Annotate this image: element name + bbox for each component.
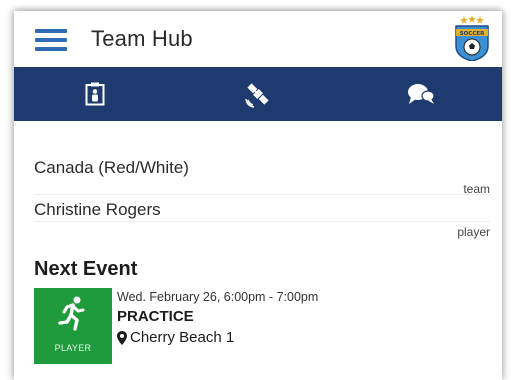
app-bar: Team Hub SOCCER [14,11,502,67]
team-field[interactable]: Canada (Red/White) [34,155,490,195]
map-pin-icon [117,330,127,345]
player-label: player [457,225,490,239]
tab-chat[interactable] [340,67,502,121]
event-location-text: Cherry Beach 1 [130,329,235,346]
player-name: Christine Rogers [34,200,161,219]
tab-roster[interactable] [14,67,176,121]
satellite-icon [245,83,269,108]
team-logo-icon[interactable]: SOCCER [453,15,491,61]
clipboard-roster-icon [85,82,105,106]
event-tile-label: PLAYER [54,343,92,353]
chat-bubbles-icon [408,84,435,104]
event-date: Wed. February 26, 6:00pm - 7:00pm [117,290,319,304]
app-title: Team Hub [91,26,193,51]
runner-icon [58,296,85,331]
event-tile[interactable]: PLAYER [34,288,112,364]
menu-icon[interactable] [35,29,67,51]
logo-text: SOCCER [460,31,485,37]
team-name: Canada (Red/White) [34,158,189,177]
event-location[interactable]: Cherry Beach 1 [117,329,234,346]
main-content: Canada (Red/White) team Christine Rogers… [14,121,502,380]
team-label: team [463,182,490,196]
event-type[interactable]: PRACTICE [117,308,194,325]
tab-satellite[interactable] [177,67,339,121]
app-window: Team Hub SOCCER Canada (Red/White) team … [14,11,502,380]
player-field[interactable]: Christine Rogers [34,197,490,222]
tab-bar [14,67,502,121]
next-event-heading: Next Event [34,258,138,280]
